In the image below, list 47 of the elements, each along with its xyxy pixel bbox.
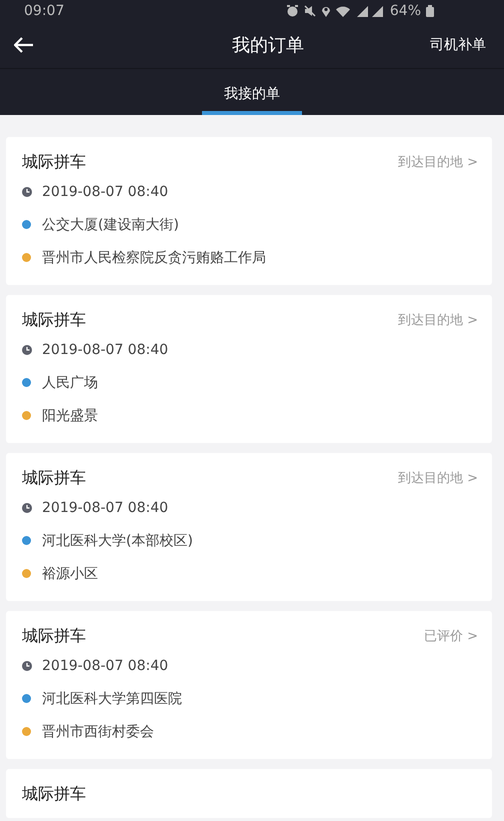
order-type: 城际拼车 bbox=[22, 310, 86, 330]
clock-icon bbox=[22, 660, 32, 670]
back-arrow-icon bbox=[14, 37, 34, 53]
order-card[interactable]: 城际拼车 已评价 > 2019-08-07 08:40 河北医科大学第四医院 晋州市西街村委会 bbox=[6, 611, 492, 759]
end-location: 晋州市西街村委会 bbox=[42, 722, 154, 740]
order-card[interactable]: 城际拼车 bbox=[6, 769, 492, 818]
order-type: 城际拼车 bbox=[22, 152, 86, 172]
tab[interactable]: 我接的单 bbox=[202, 69, 302, 115]
start-dot-icon bbox=[22, 694, 31, 703]
order-type: 城际拼车 bbox=[22, 468, 86, 488]
battery-icon bbox=[426, 5, 434, 17]
clock-icon bbox=[22, 344, 32, 354]
order-type: 城际拼车 bbox=[22, 784, 86, 804]
start-location: 河北医科大学(本部校区) bbox=[42, 532, 193, 550]
order-time: 2019-08-07 08:40 bbox=[42, 184, 168, 200]
mute-icon bbox=[304, 5, 316, 17]
status-time: 09:07 bbox=[24, 3, 64, 19]
start-dot-icon bbox=[22, 378, 31, 387]
order-card[interactable]: 城际拼车 到达目的地 > 2019-08-07 08:40 公交大厦(建设南大街) 晋州市人民检察院反贪污贿赂工作局 bbox=[6, 137, 492, 285]
order-time: 2019-08-07 08:40 bbox=[42, 658, 168, 674]
end-dot-icon bbox=[22, 727, 31, 736]
page-title: 我的订单 bbox=[232, 34, 304, 57]
start-location: 公交大厦(建设南大街) bbox=[42, 216, 179, 234]
signal-icon bbox=[354, 6, 385, 16]
clock-icon bbox=[22, 186, 32, 196]
start-dot-icon bbox=[22, 536, 31, 545]
start-location: 河北医科大学第四医院 bbox=[42, 690, 182, 708]
end-location: 晋州市人民检察院反贪污贿赂工作局 bbox=[42, 248, 266, 266]
end-location: 阳光盛景 bbox=[42, 406, 98, 424]
battery-percent: 64% bbox=[390, 3, 421, 19]
wifi-icon bbox=[336, 6, 350, 16]
order-card[interactable]: 城际拼车 到达目的地 > 2019-08-07 08:40 河北医科大学(本部校区) 裕源小区 bbox=[6, 453, 492, 601]
order-time: 2019-08-07 08:40 bbox=[42, 342, 168, 358]
order-time: 2019-08-07 08:40 bbox=[42, 500, 168, 516]
end-location: 裕源小区 bbox=[42, 564, 98, 582]
driver-add-order-button[interactable]: 司机补单 bbox=[430, 36, 486, 54]
start-dot-icon bbox=[22, 220, 31, 229]
order-card[interactable]: 城际拼车 到达目的地 > 2019-08-07 08:40 人民广场 阳光盛景 bbox=[6, 295, 492, 443]
alarm-icon bbox=[286, 5, 299, 17]
end-dot-icon bbox=[22, 569, 31, 578]
order-type: 城际拼车 bbox=[22, 626, 86, 646]
end-dot-icon bbox=[22, 253, 31, 262]
start-location: 人民广场 bbox=[42, 374, 98, 392]
clock-icon bbox=[22, 502, 32, 512]
location-icon bbox=[320, 5, 331, 17]
back-button[interactable] bbox=[12, 35, 36, 55]
end-dot-icon bbox=[22, 411, 31, 420]
